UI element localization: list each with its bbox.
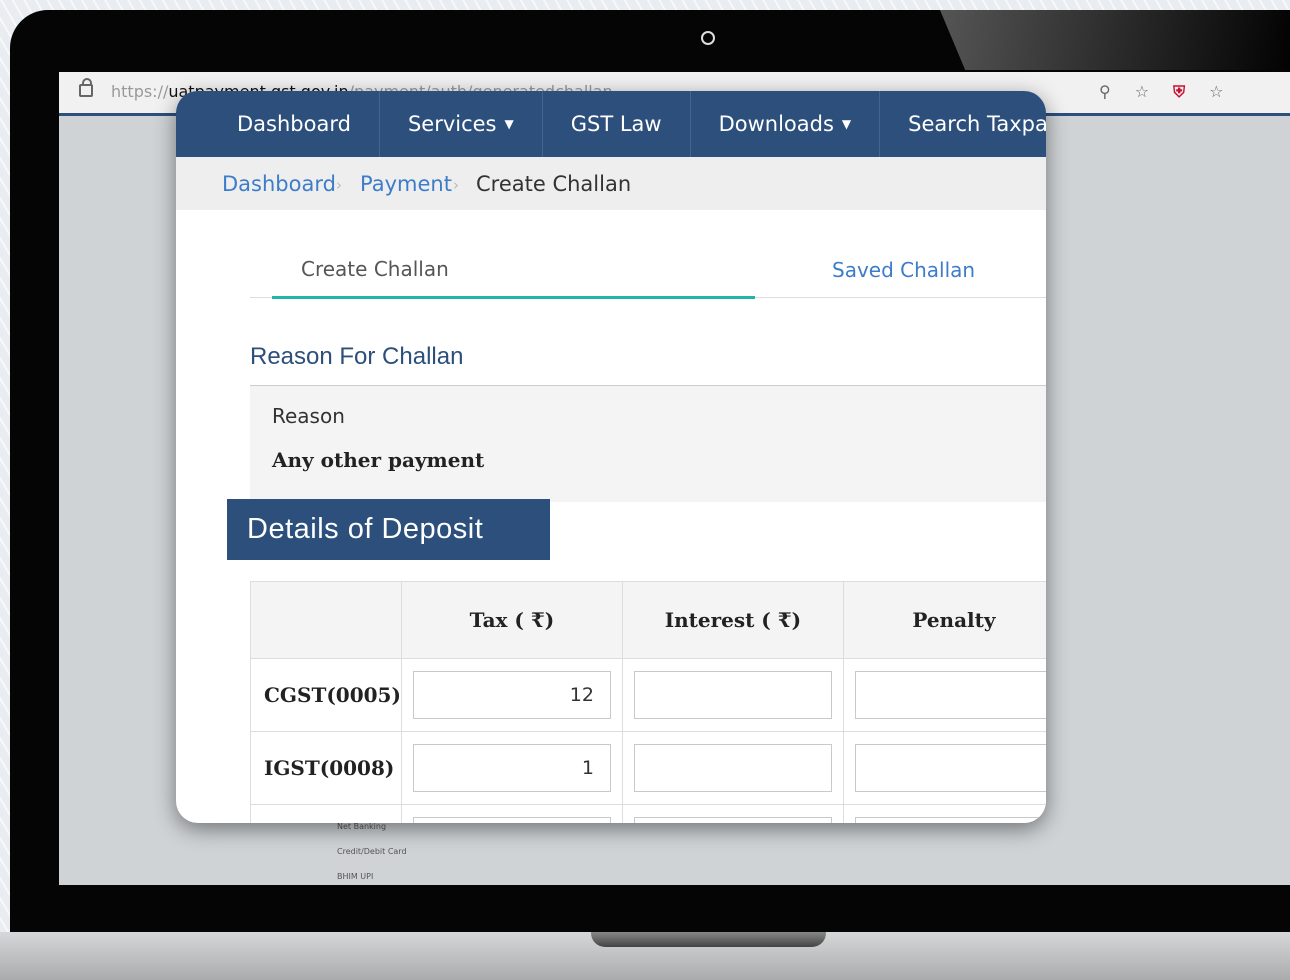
igst-penalty-input[interactable] [854, 744, 1046, 792]
nav-item-dashboard[interactable]: Dashboard [176, 91, 380, 157]
nav-label: GST Law [570, 112, 662, 136]
zoom-icon[interactable]: ⚲ [1099, 82, 1111, 102]
tab-saved-challan[interactable]: Saved Challan [832, 258, 975, 282]
webcam-icon [701, 31, 715, 45]
igst-interest-input[interactable] [633, 744, 832, 792]
breadcrumb-payment[interactable]: Payment [360, 172, 452, 196]
row-label-cgst: CGST(0005) [250, 658, 402, 732]
tab-create-challan[interactable]: Create Challan [301, 257, 449, 281]
cgst-tax-input[interactable]: 12 [412, 671, 611, 719]
caret-down-icon: ▼ [841, 117, 852, 131]
table-cell [621, 658, 844, 732]
row-label-igst: IGST(0008) [250, 731, 402, 805]
nav-label: Services [407, 112, 497, 136]
nav-label: Search Taxpayer [908, 112, 1046, 136]
table-cell [400, 804, 623, 823]
deposit-heading: Details of Deposit [227, 499, 550, 560]
breadcrumb-dashboard[interactable]: Dashboard [222, 172, 336, 196]
favorites-bar-icon[interactable]: ☆ [1209, 82, 1223, 102]
next-tax-input[interactable] [412, 817, 611, 823]
favorite-icon[interactable]: ☆ [1135, 82, 1149, 102]
next-interest-input[interactable] [633, 817, 832, 823]
column-header-interest: Interest ( ₹) [621, 581, 844, 659]
chevron-right-icon: › [336, 176, 342, 194]
table-header-blank [250, 581, 402, 659]
column-header-penalty: Penalty [842, 581, 1046, 659]
table-cell [842, 804, 1046, 823]
next-penalty-input[interactable] [854, 817, 1046, 823]
main-nav: Dashboard Services ▼ GST Law Downloads ▼ S… [176, 91, 1046, 157]
table-cell: 1 [400, 731, 623, 805]
reason-value: Any other payment [272, 448, 485, 472]
background-item: BHIM UPI [337, 872, 374, 881]
caret-down-icon: ▼ [504, 117, 514, 131]
nav-label: Dashboard [237, 112, 351, 136]
reason-box [250, 386, 1046, 502]
zoomed-panel: Dashboard Services ▼ GST Law Downloads ▼ S… [176, 91, 1046, 823]
nav-item-gst-law[interactable]: GST Law [543, 91, 691, 157]
nav-item-downloads[interactable]: Downloads ▼ [691, 91, 881, 157]
nav-item-search-taxpayer[interactable]: Search Taxpayer [880, 91, 1046, 157]
table-cell [621, 804, 844, 823]
browser-toolbar: ⚲ ☆ ⛨ ☆ [1099, 82, 1223, 102]
row-label-next [250, 804, 402, 823]
column-header-tax: Tax ( ₹) [400, 581, 623, 659]
table-row: CGST(0005) 12 [250, 658, 1046, 732]
active-tab-indicator [272, 296, 755, 299]
breadcrumb: Dashboard › Payment › Create Challan [176, 157, 1046, 210]
chevron-right-icon: › [453, 176, 459, 194]
nav-item-services[interactable]: Services ▼ [380, 91, 543, 157]
bezel-glare [940, 10, 1290, 70]
reason-heading: Reason For Challan [250, 343, 464, 370]
table-cell [621, 731, 844, 805]
table-row [250, 804, 1046, 823]
extension-shield-icon[interactable]: ⛨ [1173, 82, 1185, 102]
breadcrumb-current: Create Challan [476, 172, 632, 196]
reason-label: Reason [272, 404, 345, 428]
cgst-interest-input[interactable] [633, 671, 832, 719]
table-cell [842, 731, 1046, 805]
deposit-table: Tax ( ₹) Interest ( ₹) Penalty CGST(0005… [250, 581, 1046, 823]
table-header-row: Tax ( ₹) Interest ( ₹) Penalty [250, 581, 1046, 659]
table-cell: 12 [400, 658, 623, 732]
nav-label: Downloads [718, 112, 834, 136]
cgst-penalty-input[interactable] [854, 671, 1046, 719]
igst-tax-input[interactable]: 1 [412, 744, 611, 792]
lock-icon [79, 78, 93, 97]
table-row: IGST(0008) 1 [250, 731, 1046, 805]
laptop-notch [591, 932, 826, 947]
table-cell [842, 658, 1046, 732]
background-item: Credit/Debit Card [337, 847, 407, 856]
background-item: Net Banking [337, 822, 387, 831]
